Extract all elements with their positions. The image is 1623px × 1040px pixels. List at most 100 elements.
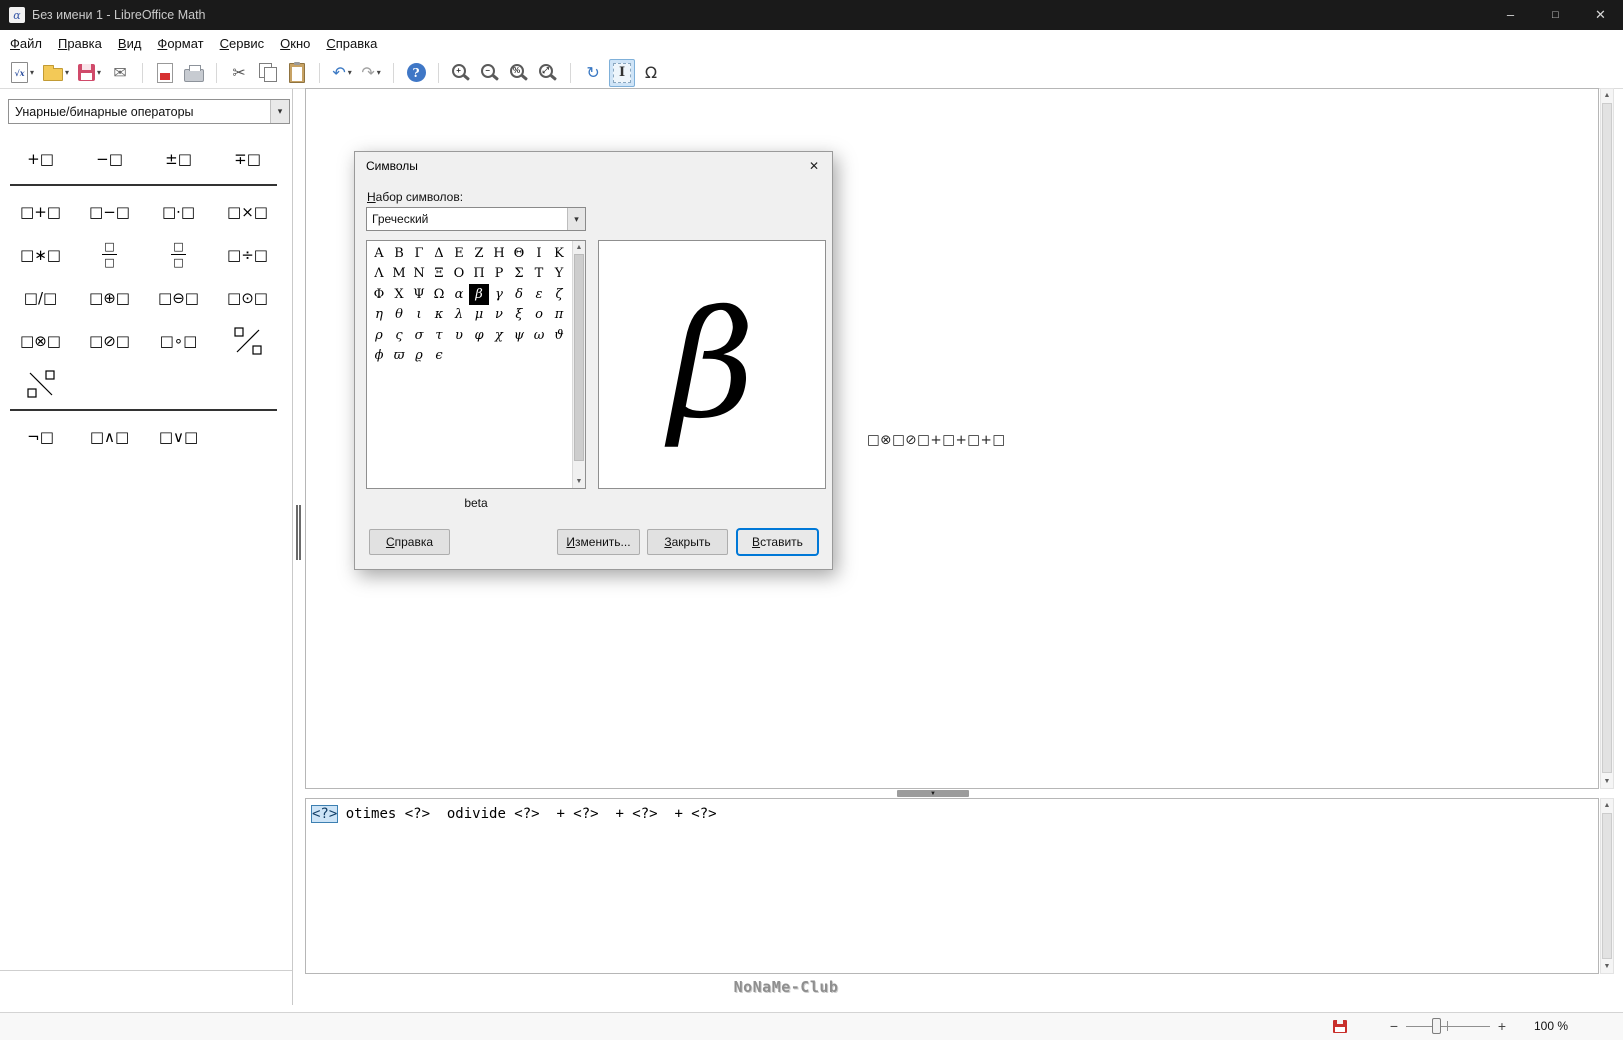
zoom-slider-thumb[interactable] (1432, 1018, 1441, 1034)
help-button[interactable]: Справка (369, 529, 450, 555)
symbol-cell[interactable]: ς (389, 325, 409, 346)
symbol-cell[interactable]: β (469, 284, 489, 305)
menu-window[interactable]: Окно (272, 32, 318, 55)
symbol-cell[interactable]: χ (489, 325, 509, 346)
symbol-cell[interactable]: γ (489, 284, 509, 305)
symbol-cell[interactable]: Γ (409, 243, 429, 264)
element-addition[interactable]: □+□ (6, 191, 75, 232)
symbol-cell[interactable]: Ρ (489, 264, 509, 285)
zoom-out-control[interactable]: − (1386, 1013, 1402, 1039)
cut-button[interactable]: ✂ (226, 59, 252, 87)
scroll-up-icon[interactable]: ▲ (1601, 89, 1613, 102)
scrollbar-thumb[interactable] (574, 254, 584, 461)
chevron-down-icon[interactable]: ▾ (270, 100, 289, 123)
symbol-cell[interactable]: Η (489, 243, 509, 264)
symbol-cell[interactable]: υ (449, 325, 469, 346)
element-boolean-or[interactable]: □∨□ (144, 416, 213, 457)
symbol-cell[interactable]: ϑ (549, 325, 569, 346)
command-editor-scrollbar[interactable]: ▲ ▼ (1600, 798, 1614, 974)
symbol-cell[interactable]: Ψ (409, 284, 429, 305)
symbol-cell[interactable]: ξ (509, 305, 529, 326)
symbol-cell[interactable]: Α (369, 243, 389, 264)
symbol-cell[interactable]: Ζ (469, 243, 489, 264)
symbol-cell[interactable]: κ (429, 305, 449, 326)
symbol-cell[interactable]: μ (469, 305, 489, 326)
zoom-100-button[interactable]: % (506, 59, 532, 87)
symbol-set-dropdown[interactable]: Греческий ▾ (366, 207, 586, 231)
element-wideslash[interactable] (213, 320, 282, 361)
element-multiplication[interactable]: □×□ (213, 191, 282, 232)
symbol-cell[interactable]: ϱ (409, 346, 429, 367)
symbol-cell[interactable]: ϕ (369, 346, 389, 367)
minimize-button[interactable]: – (1488, 0, 1533, 30)
symbol-grid-scrollbar[interactable]: ▲ ▼ (572, 241, 585, 488)
symbol-cell[interactable]: Φ (369, 284, 389, 305)
element-boolean-not[interactable]: ¬□ (6, 416, 75, 457)
symbol-cell[interactable]: ο (529, 305, 549, 326)
symbol-cell[interactable]: Ξ (429, 264, 449, 285)
help-button[interactable]: ? (403, 59, 429, 87)
symbols-catalog-button[interactable]: Ω (638, 59, 664, 87)
symbol-cell[interactable]: Ι (529, 243, 549, 264)
scrollbar-thumb[interactable] (1602, 813, 1612, 959)
element-fraction[interactable]: □ □ (144, 234, 213, 275)
print-button[interactable] (181, 59, 207, 87)
chevron-down-icon[interactable]: ▾ (567, 208, 585, 230)
element-division-slash[interactable]: □/□ (6, 277, 75, 318)
symbol-cell[interactable]: ω (529, 325, 549, 346)
zoom-out-button[interactable]: − (477, 59, 503, 87)
symbol-cell[interactable]: Τ (529, 264, 549, 285)
splitter-handle[interactable]: ▼ (897, 790, 969, 797)
zoom-in-button[interactable]: + (448, 59, 474, 87)
new-formula-button[interactable]: √x ▾ (8, 59, 37, 87)
symbol-cell[interactable]: ι (409, 305, 429, 326)
insert-button[interactable]: Вставить (737, 529, 818, 555)
undo-button[interactable]: ↶ ▾ (329, 59, 355, 87)
symbol-cell[interactable]: Ο (449, 264, 469, 285)
zoom-in-control[interactable]: + (1494, 1013, 1510, 1039)
symbol-cell[interactable]: Λ (369, 264, 389, 285)
scroll-down-icon[interactable]: ▼ (573, 475, 585, 488)
symbol-cell[interactable]: Χ (389, 284, 409, 305)
zoom-slider-track[interactable] (1406, 1026, 1490, 1027)
symbol-cell[interactable]: λ (449, 305, 469, 326)
paste-button[interactable] (284, 59, 310, 87)
element-over[interactable]: □ □ (75, 234, 144, 275)
element-unary-minus[interactable]: −□ (75, 138, 144, 179)
symbol-cell[interactable]: ζ (549, 284, 569, 305)
element-division[interactable]: □÷□ (213, 234, 282, 275)
symbol-cell[interactable]: Θ (509, 243, 529, 264)
redo-button[interactable]: ↷ ▾ (358, 59, 384, 87)
symbol-cell[interactable]: φ (469, 325, 489, 346)
menu-tools[interactable]: Сервис (212, 32, 273, 55)
show-all-button[interactable]: ⤢ (535, 59, 561, 87)
element-star-product[interactable]: □∗□ (6, 234, 75, 275)
element-widebslash[interactable] (6, 363, 75, 404)
menu-file[interactable]: Файл (2, 32, 50, 55)
element-minus-plus[interactable]: ∓□ (213, 138, 282, 179)
selected-placeholder-token[interactable]: <?> (312, 806, 338, 822)
command-editor[interactable]: <?> otimes <?> odivide <?> + <?> + <?> +… (305, 798, 1599, 974)
element-circled-dot[interactable]: □⊙□ (213, 277, 282, 318)
save-dropdown-arrow[interactable]: ▾ (97, 68, 101, 77)
symbol-cell[interactable]: η (369, 305, 389, 326)
element-circled-times[interactable]: □⊗□ (6, 320, 75, 361)
symbol-cell[interactable]: ρ (369, 325, 389, 346)
scroll-down-icon[interactable]: ▼ (1601, 775, 1613, 788)
element-unary-plus[interactable]: +□ (6, 138, 75, 179)
scrollbar-thumb[interactable] (1602, 103, 1612, 773)
element-circled-slash[interactable]: □⊘□ (75, 320, 144, 361)
element-plus-minus[interactable]: ±□ (144, 138, 213, 179)
undo-dropdown-arrow[interactable]: ▾ (348, 68, 352, 77)
symbol-cell[interactable]: Σ (509, 264, 529, 285)
element-concatenation[interactable]: □∘□ (144, 320, 213, 361)
menu-help[interactable]: Справка (318, 32, 385, 55)
close-button[interactable]: ✕ (1578, 0, 1623, 30)
update-view-button[interactable]: ↻ (580, 59, 606, 87)
category-dropdown[interactable]: Унарные/бинарные операторы ▾ (8, 99, 290, 124)
element-subtraction[interactable]: □−□ (75, 191, 144, 232)
close-dialog-button[interactable]: Закрыть (647, 529, 728, 555)
zoom-level[interactable]: 100 % (1516, 1013, 1568, 1039)
copy-button[interactable] (255, 59, 281, 87)
symbol-cell[interactable]: θ (389, 305, 409, 326)
